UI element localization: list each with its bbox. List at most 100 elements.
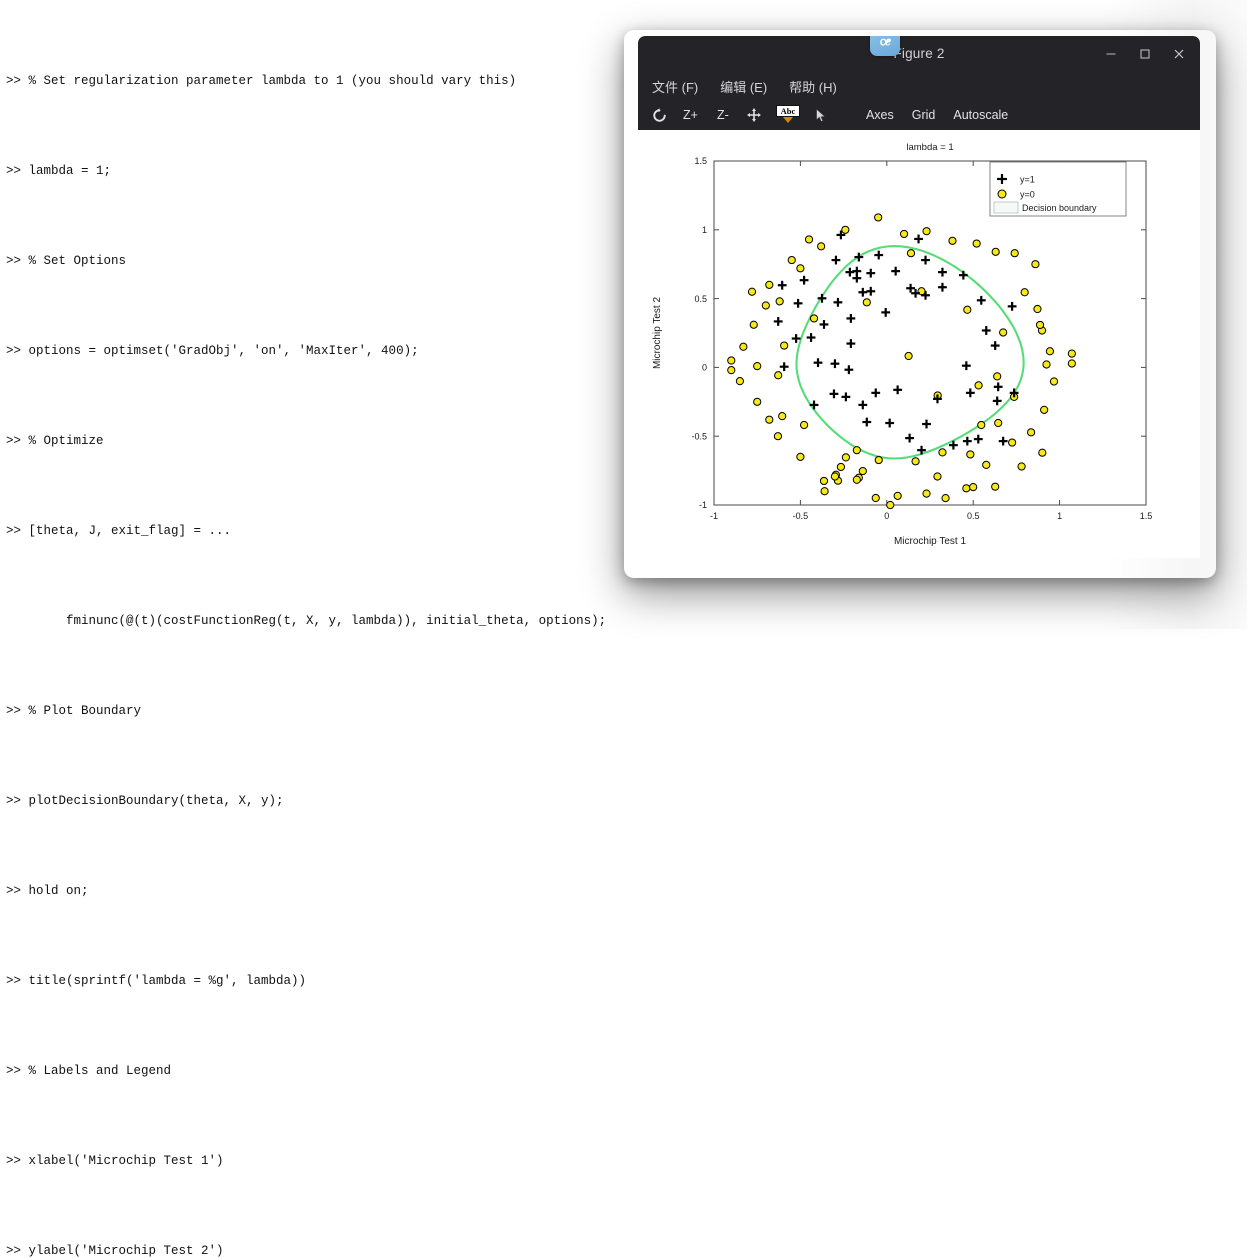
legend-label-negative: y=0 xyxy=(1020,190,1035,200)
data-point-negative xyxy=(893,491,902,500)
figure-toolbar[interactable]: Z+ Z- Abc Axes Grid Autoscale xyxy=(638,100,1200,130)
autoscale-button[interactable]: Autoscale xyxy=(951,104,1010,126)
menu-help[interactable]: 帮助 (H) xyxy=(789,77,837,96)
console-line: >> plotDecisionBoundary(theta, X, y); xyxy=(6,794,284,808)
data-point-negative xyxy=(974,381,983,390)
maximize-button[interactable] xyxy=(1128,39,1162,69)
data-point-negative xyxy=(727,366,736,375)
select-arrow-icon[interactable] xyxy=(814,104,828,126)
data-point-negative xyxy=(852,446,861,455)
data-point-negative xyxy=(817,242,826,251)
data-point-negative xyxy=(948,236,957,245)
console-line: >> xlabel('Microchip Test 1') xyxy=(6,1154,224,1168)
data-point-negative xyxy=(775,297,784,306)
figure-window[interactable]: Figure 2 文件 (F) 编辑 (E) 帮助 (H) Z+ Z- Abc … xyxy=(638,36,1200,558)
zoom-out-button[interactable]: Z- xyxy=(714,104,732,126)
legend-item-boundary: Decision boundary xyxy=(993,201,1097,214)
data-point-negative xyxy=(874,455,883,465)
scatter-plot[interactable]: lambda = 1 -1 -0.5 0 0.5 1 1.5 -1 -0.5 0 0.5 1 1.5… xyxy=(638,130,1200,558)
data-point-negative xyxy=(796,264,805,273)
data-point-negative xyxy=(1031,260,1040,269)
data-point-negative xyxy=(799,420,809,430)
data-point-negative xyxy=(796,452,805,461)
data-point-negative xyxy=(778,412,787,421)
patch-icon xyxy=(993,201,1019,214)
legend-label-positive: y=1 xyxy=(1020,175,1035,185)
data-point-negative xyxy=(933,472,942,481)
y-tick-label: -0.5 xyxy=(691,431,707,441)
console-line: fminunc(@(t)(costFunctionReg(t, X, y, la… xyxy=(6,614,607,628)
x-tick-label: 0.5 xyxy=(967,511,980,521)
data-point-negative xyxy=(753,397,762,406)
abc-triangle xyxy=(782,117,793,123)
data-point-negative xyxy=(1017,462,1026,471)
data-point-negative xyxy=(830,472,840,481)
data-point-negative xyxy=(941,494,950,503)
plot-legend[interactable]: y=1 y=0 Decision boundary xyxy=(989,161,1127,217)
zoom-in-button[interactable]: Z+ xyxy=(681,104,700,126)
menu-file[interactable]: 文件 (F) xyxy=(652,77,698,96)
figure-plot-canvas[interactable]: lambda = 1 -1 -0.5 0 0.5 1 1.5 -1 -0.5 0 0.5 1 1.5… xyxy=(638,130,1200,558)
close-button[interactable] xyxy=(1162,39,1196,69)
data-point-negative xyxy=(765,280,774,289)
data-point-negative xyxy=(820,487,829,496)
figure-menubar[interactable]: 文件 (F) 编辑 (E) 帮助 (H) xyxy=(638,72,1200,100)
data-point-negative xyxy=(1033,304,1042,314)
legend-label-boundary: Decision boundary xyxy=(1022,203,1097,213)
data-point-negative xyxy=(1042,360,1051,369)
minimize-button[interactable] xyxy=(1094,39,1128,69)
data-point-negative xyxy=(765,415,774,424)
reset-view-icon[interactable] xyxy=(652,104,667,126)
console-line: >> hold on; xyxy=(6,884,89,898)
data-point-negative xyxy=(753,362,762,371)
window-controls[interactable] xyxy=(1094,36,1196,72)
figure-titlebar[interactable]: Figure 2 xyxy=(638,36,1200,72)
y-tick-label: 1.5 xyxy=(694,156,707,166)
data-point-negative xyxy=(962,484,971,493)
x-tick-label: 0 xyxy=(884,511,889,521)
data-point-negative xyxy=(972,239,981,248)
data-point-negative xyxy=(787,255,796,265)
console-line: >> ylabel('Microchip Test 2') xyxy=(6,1244,224,1258)
menu-edit[interactable]: 编辑 (E) xyxy=(720,77,767,96)
data-point-negative xyxy=(836,462,846,472)
data-point-negative xyxy=(749,320,758,329)
data-point-negative xyxy=(874,213,883,222)
data-point-negative xyxy=(735,377,745,386)
data-point-negative xyxy=(886,500,895,510)
pan-icon[interactable] xyxy=(746,104,762,126)
data-point-negative xyxy=(938,448,947,457)
octave-app-icon xyxy=(870,36,900,56)
data-point-negative xyxy=(809,314,819,323)
data-point-negative xyxy=(982,460,991,469)
data-point-negative xyxy=(999,328,1008,337)
data-point-negative xyxy=(991,482,1000,491)
data-point-negative xyxy=(862,298,871,307)
data-point-negative xyxy=(911,457,920,466)
x-tick-label: -1 xyxy=(710,511,718,521)
data-point-negative xyxy=(761,301,770,310)
data-point-negative xyxy=(1040,405,1049,414)
data-point-negative xyxy=(774,371,783,380)
y-tick-label: 0 xyxy=(702,363,707,373)
data-point-negative xyxy=(1010,249,1019,258)
grid-button[interactable]: Grid xyxy=(910,104,938,126)
data-point-negative xyxy=(922,489,931,498)
x-tick-label: 1.5 xyxy=(1140,511,1153,521)
axes-button[interactable]: Axes xyxy=(864,104,896,126)
console-line: >> title(sprintf('lambda = %g', lambda)) xyxy=(6,974,307,988)
data-point-negative xyxy=(1020,288,1029,297)
data-point-negative xyxy=(1045,347,1055,356)
text-tool-icon[interactable]: Abc xyxy=(775,104,800,126)
data-point-negative xyxy=(841,225,850,234)
data-point-negative xyxy=(747,287,757,296)
y-axis-label: Microchip Test 2 xyxy=(652,297,663,370)
data-point-negative xyxy=(906,249,916,258)
data-point-negative xyxy=(804,235,814,244)
data-point-negative xyxy=(727,356,736,365)
data-point-negative xyxy=(1008,438,1017,447)
y-tick-label: 0.5 xyxy=(694,294,707,304)
data-point-negative xyxy=(991,247,1000,256)
x-tick-label: 1 xyxy=(1057,511,1062,521)
data-point-negative xyxy=(922,227,931,236)
